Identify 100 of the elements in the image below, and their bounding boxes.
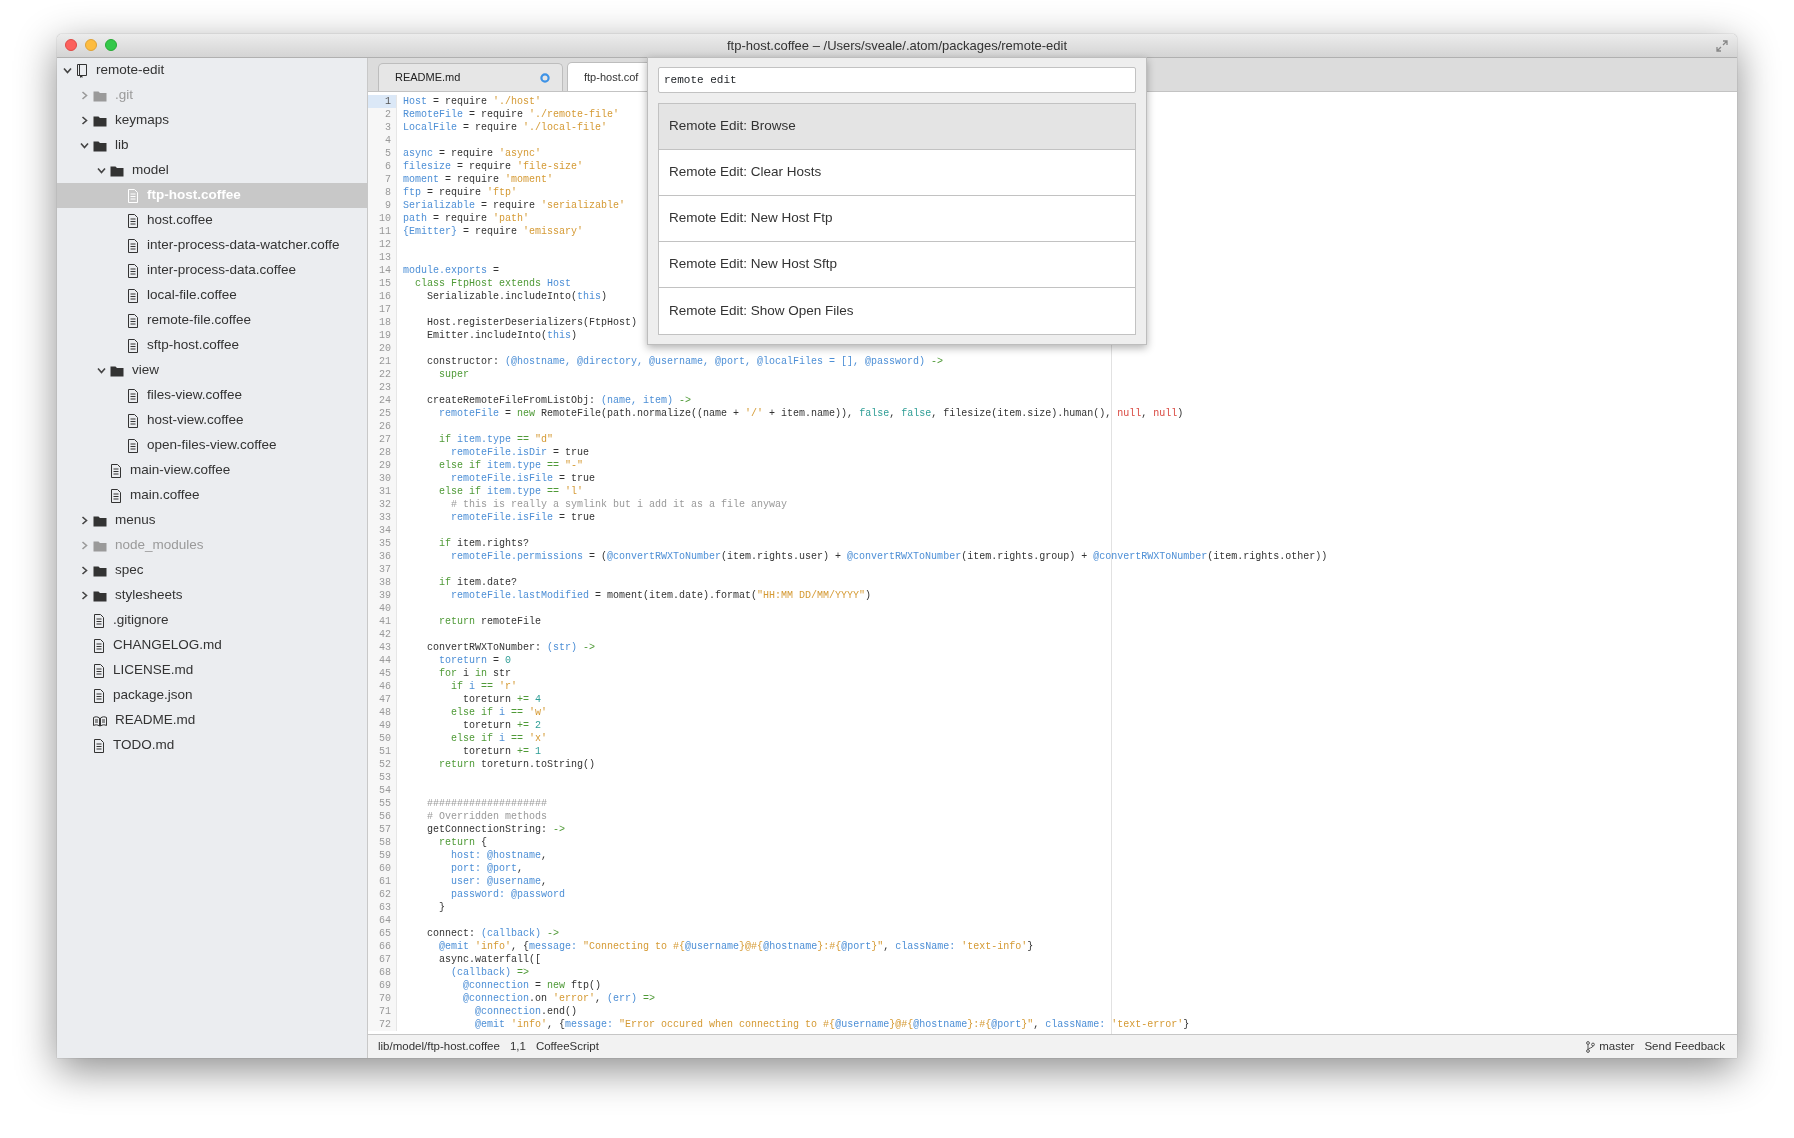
branch-icon (1586, 1040, 1596, 1053)
line-number: 2 (368, 108, 397, 121)
line-number: 12 (368, 238, 397, 251)
file-icon (93, 688, 105, 703)
tree-item[interactable]: LICENSE.md (57, 658, 367, 683)
code-line: connect: (callback) -> (426, 927, 560, 940)
line-number: 38 (368, 576, 397, 589)
tree-item[interactable]: files-view.coffee (57, 383, 367, 408)
line-number: 28 (368, 446, 397, 459)
tree-item[interactable]: view (57, 358, 367, 383)
command-item[interactable]: Remote Edit: New Host Sftp (659, 242, 1135, 288)
tab[interactable]: README.md (378, 63, 563, 91)
code-line: remoteFile.isFile = true (450, 472, 596, 485)
folder-icon (110, 364, 124, 377)
line-number: 36 (368, 550, 397, 563)
chevron-right-icon[interactable] (80, 566, 89, 575)
command-item[interactable]: Remote Edit: New Host Ftp (659, 196, 1135, 242)
tree-item[interactable]: keymaps (57, 108, 367, 133)
chevron-right-icon[interactable] (80, 591, 89, 600)
tree-item[interactable]: .gitignore (57, 608, 367, 633)
branch-name[interactable]: master (1599, 1037, 1635, 1056)
file-path[interactable]: lib/model/ftp-host.coffee (378, 1037, 500, 1056)
command-item[interactable]: Remote Edit: Show Open Files (659, 288, 1135, 334)
code-line: constructor: (@hostname, @directory, @username, @port, @localFiles = [], @password) -> (426, 355, 944, 368)
line-number: 16 (368, 290, 397, 303)
chevron-down-icon[interactable] (80, 141, 89, 150)
file-icon (127, 188, 139, 203)
chevron-down-icon[interactable] (97, 366, 106, 375)
code-line: @emit 'info', {message: "Connecting to #{@username}@#{@hostname}:#{@port}", className: 'text-info'} (438, 940, 1034, 953)
code-line: @connection.end() (474, 1005, 578, 1018)
tree-item[interactable]: lib (57, 133, 367, 158)
code-line: for i in str (438, 667, 512, 680)
tree-item[interactable]: CHANGELOG.md (57, 633, 367, 658)
line-number: 23 (368, 381, 397, 394)
line-number: 27 (368, 433, 397, 446)
tree-item[interactable]: package.json (57, 683, 367, 708)
close-button[interactable] (65, 39, 77, 51)
code-line: return remoteFile (438, 615, 542, 628)
tree-item[interactable]: host-view.coffee (57, 408, 367, 433)
chevron-down-icon[interactable] (63, 66, 72, 75)
tree-item[interactable]: TODO.md (57, 733, 367, 758)
tree-item[interactable]: remote-edit (57, 58, 367, 83)
line-number: 35 (368, 537, 397, 550)
line-number: 37 (368, 563, 397, 576)
folder-icon (93, 139, 107, 152)
tree-item[interactable]: remote-file.coffee (57, 308, 367, 333)
tree-item[interactable]: stylesheets (57, 583, 367, 608)
line-number: 50 (368, 732, 397, 745)
line-number: 48 (368, 706, 397, 719)
tree-item[interactable]: README.md (57, 708, 367, 733)
fullscreen-icon[interactable] (1716, 40, 1728, 52)
code-line: @connection.on 'error', (err) => (462, 992, 656, 1005)
tree-item[interactable]: menus (57, 508, 367, 533)
line-number: 31 (368, 485, 397, 498)
code-line: port: @port, (450, 862, 524, 875)
file-icon (93, 738, 105, 753)
line-number: 33 (368, 511, 397, 524)
command-item[interactable]: Remote Edit: Clear Hosts (659, 150, 1135, 196)
tree-item[interactable]: inter-process-data-watcher.coffe (57, 233, 367, 258)
file-icon (93, 663, 105, 678)
line-number: 55 (368, 797, 397, 810)
code-line: } (438, 901, 445, 914)
code-line: else if item.type == 'l' (438, 485, 584, 498)
line-number: 67 (368, 953, 397, 966)
line-number: 46 (368, 680, 397, 693)
tree-item[interactable]: sftp-host.coffee (57, 333, 367, 358)
code-line: {Emitter} = require 'emissary' (403, 225, 584, 238)
grammar-label[interactable]: CoffeeScript (535, 1037, 599, 1056)
tree-item[interactable]: main.coffee (57, 483, 367, 508)
line-number: 51 (368, 745, 397, 758)
file-icon (127, 213, 139, 228)
folder-icon (93, 114, 107, 127)
tree-item[interactable]: model (57, 158, 367, 183)
tree-item[interactable]: spec (57, 558, 367, 583)
search-field[interactable]: remote edit (658, 67, 1136, 93)
code-line: # Overridden methods (426, 810, 548, 823)
tree-item[interactable]: main-view.coffee (57, 458, 367, 483)
feedback-link[interactable]: Send Feedback (1644, 1037, 1725, 1056)
line-number: 9 (368, 199, 397, 212)
chevron-down-icon[interactable] (97, 166, 106, 175)
tree-item[interactable]: inter-process-data.coffee (57, 258, 367, 283)
code-line: remoteFile.lastModified = moment(item.date).format("HH:MM DD/MM/YYYY") (450, 589, 872, 602)
folder-icon (93, 539, 107, 552)
tree-item[interactable]: local-file.coffee (57, 283, 367, 308)
tree-item[interactable]: host.coffee (57, 208, 367, 233)
command-item[interactable]: Remote Edit: Browse (659, 104, 1135, 150)
line-number: 7 (368, 173, 397, 186)
code-line: ftp = require 'ftp' (403, 186, 518, 199)
code-line: #################### (426, 797, 548, 810)
code-line: if i == 'r' (450, 680, 518, 693)
line-number: 1 (368, 95, 397, 108)
line-number: 68 (368, 966, 397, 979)
chevron-right-icon[interactable] (80, 516, 89, 525)
code-line: if item.rights? (438, 537, 530, 550)
cursor-position[interactable]: 1,1 (509, 1037, 526, 1056)
code-line: toreturn += 2 (462, 719, 542, 732)
chevron-right-icon[interactable] (80, 116, 89, 125)
tree-item[interactable]: open-files-view.coffee (57, 433, 367, 458)
line-number: 4 (368, 134, 397, 147)
file-icon (93, 613, 105, 628)
